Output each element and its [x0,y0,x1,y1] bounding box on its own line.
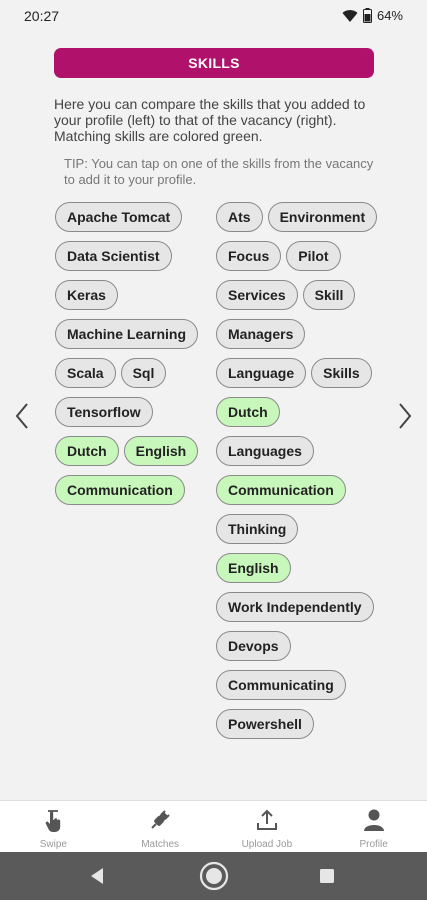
profile-skill-row: Apache Tomcat [55,202,205,232]
nav-item-profile[interactable]: Profile [320,801,427,852]
vacancy-skill-row: Services Skill [216,280,406,310]
vacancy-skill-row: Communicating [216,670,406,700]
status-bar: 20:27 64% [0,0,427,32]
nav-label-profile: Profile [359,839,388,850]
profile-icon [363,809,384,831]
swipe-icon [46,810,61,832]
profile-skill-chip[interactable]: Keras [55,280,118,310]
vacancy-skill-chip[interactable]: Pilot [286,241,341,271]
vacancy-skill-row: Powershell [216,709,406,739]
profile-skill-row: Keras [55,280,205,310]
system-navigation-bar [0,852,427,900]
vacancy-skill-chip[interactable]: Devops [216,631,291,661]
matches-icon [151,810,170,829]
vacancy-skill-row: Language Skills [216,358,406,388]
vacancy-skill-chip[interactable]: Work Independently [216,592,374,622]
vacancy-skill-chip[interactable]: Communication [216,475,346,505]
previous-arrow-icon[interactable] [10,400,34,432]
vacancy-skill-chip[interactable]: Services [216,280,298,310]
battery-percent: 64% [376,8,403,23]
profile-skill-row: Communication [55,475,205,505]
status-icons: 64% [342,8,403,23]
back-icon[interactable] [88,866,108,886]
vacancy-skill-row: English [216,553,406,583]
vacancy-skill-chip[interactable]: Language [216,358,307,388]
tip-text: TIP: You can tap on one of the skills fr… [64,156,374,187]
nav-item-matches[interactable]: Matches [107,801,214,852]
skills-header: SKILLS [54,48,374,78]
vacancy-skills-list: Ats Environment Focus Pilot Services Skill Man… [216,202,406,739]
profile-skill-row: Scala Sql [55,358,205,388]
vacancy-skill-row: Focus Pilot [216,241,406,271]
intro-text: Here you can compare the skills that you… [54,96,366,144]
vacancy-skill-chip[interactable]: Ats [216,202,263,232]
vacancy-skill-chip[interactable]: Languages [216,436,314,466]
upload-icon [256,809,277,830]
profile-skill-row: Dutch English [55,436,205,466]
profile-skill-chip[interactable]: Dutch [55,436,119,466]
vacancy-skill-chip[interactable]: Dutch [216,397,280,427]
vacancy-skill-chip[interactable]: English [216,553,291,583]
profile-skill-chip[interactable]: Communication [55,475,185,505]
vacancy-skill-chip[interactable]: Skills [311,358,372,388]
vacancy-skill-row: Thinking [216,514,406,544]
profile-skill-chip[interactable]: Data Scientist [55,241,172,271]
profile-skill-row: Tensorflow [55,397,205,427]
vacancy-skill-chip[interactable]: Powershell [216,709,314,739]
profile-skill-chip[interactable]: English [123,436,199,466]
wifi-icon [342,9,358,22]
vacancy-skill-chip[interactable]: Communicating [216,670,346,700]
nav-item-swipe[interactable]: Swipe [0,801,107,852]
profile-skill-row: Machine Learning [55,319,205,349]
battery-icon [362,8,372,23]
bottom-navigation: Swipe Matches Upload Job Profile [0,800,427,852]
status-time: 20:27 [24,8,60,24]
vacancy-skill-chip[interactable]: Managers [216,319,306,349]
nav-item-upload-job[interactable]: Upload Job [214,801,321,852]
vacancy-skill-row: Communication [216,475,406,505]
profile-skill-chip[interactable]: Sql [120,358,167,388]
profile-skill-row: Data Scientist [55,241,205,271]
vacancy-skill-chip[interactable]: Environment [267,202,378,232]
nav-label-matches: Matches [141,839,180,850]
vacancy-skill-chip[interactable]: Skill [302,280,356,310]
vacancy-skill-row: Work Independently [216,592,406,622]
skills-header-title: SKILLS [188,55,240,71]
vacancy-skill-row: Managers [216,319,406,349]
nav-label-upload-job: Upload Job [241,839,293,850]
vacancy-skill-chip[interactable]: Thinking [216,514,299,544]
profile-skill-chip[interactable]: Apache Tomcat [55,202,183,232]
recents-icon[interactable] [319,868,335,884]
profile-skill-chip[interactable]: Scala [55,358,116,388]
vacancy-skill-row: Dutch [216,397,406,427]
profile-skills-list: Apache Tomcat Data Scientist Keras Machine … [55,202,205,505]
profile-skill-chip[interactable]: Machine Learning [55,319,199,349]
vacancy-skill-chip[interactable]: Focus [216,241,282,271]
nav-label-swipe: Swipe [39,839,67,850]
vacancy-skill-row: Ats Environment [216,202,406,232]
home-icon[interactable] [198,860,230,892]
vacancy-skill-row: Devops [216,631,406,661]
profile-skill-chip[interactable]: Tensorflow [55,397,153,427]
vacancy-skill-row: Languages [216,436,406,466]
